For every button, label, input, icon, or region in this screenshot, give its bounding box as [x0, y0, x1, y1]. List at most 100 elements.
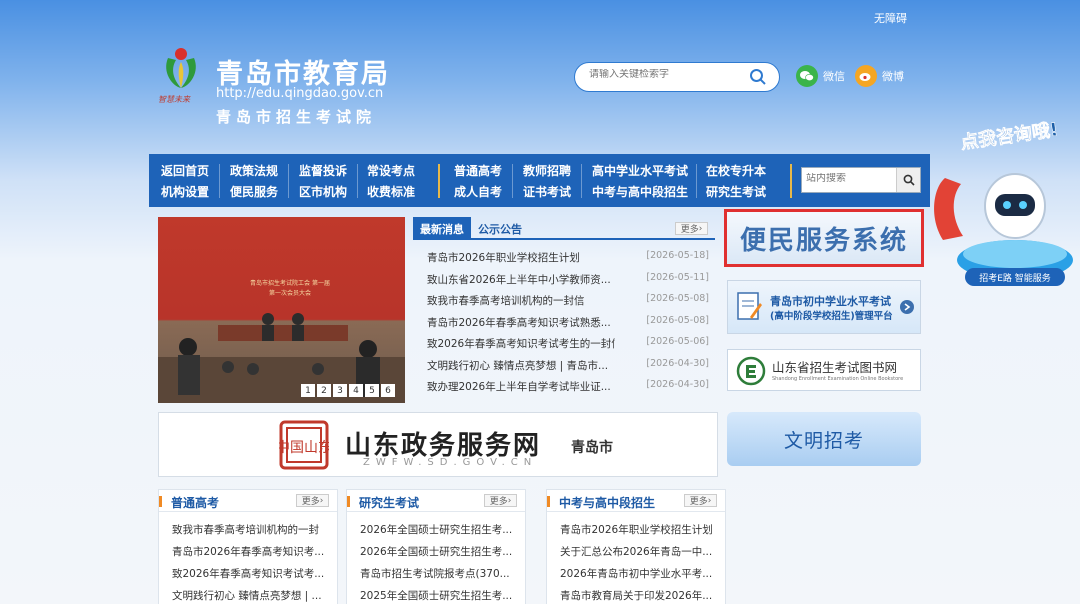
news-tabs: 最新消息 公示公告 更多 › — [413, 217, 715, 240]
list-item[interactable]: 青岛市2026年职业学校招生计划 — [560, 522, 720, 544]
nav-item-certificate[interactable]: 证书考试 — [523, 183, 571, 200]
search-icon[interactable] — [749, 68, 767, 86]
news-more-button[interactable]: 更多 › — [675, 222, 708, 235]
list-item[interactable]: 文明践行初心 臻情点亮梦想 | ... — [172, 588, 332, 604]
nav-item-teacher[interactable]: 教师招聘 — [523, 162, 571, 179]
list-item[interactable]: 青岛市教育局关于印发2026年... — [560, 588, 720, 604]
more-label: 更多 — [489, 497, 508, 507]
nav-divider — [696, 164, 697, 198]
library-link[interactable]: 山东省招生考试图书网 Shandong Enrollment Examinati… — [727, 349, 921, 391]
list-item[interactable]: 关于汇总公布2026年青岛一中... — [560, 544, 720, 566]
header-search[interactable] — [574, 62, 780, 92]
list-item[interactable]: 青岛市招生考试院报考点(370... — [360, 566, 520, 588]
chevron-right-icon — [900, 300, 914, 314]
weibo-link[interactable]: 微博 — [855, 65, 904, 87]
bianmin-service-banner[interactable]: 便民服务系统 — [724, 209, 924, 267]
main-nav: 返回首页 机构设置 政策法规 便民服务 监督投诉 区市机构 常设考点 收费标准 … — [149, 154, 930, 207]
weibo-label: 微博 — [882, 70, 904, 83]
site-search-input[interactable] — [806, 173, 896, 184]
list-item[interactable]: 青岛市2026年春季高考知识考... — [172, 544, 332, 566]
nav-divider — [357, 164, 358, 198]
list-item[interactable]: 青岛市2026年春季高考知识考试熟悉... [2026-05-08] — [427, 315, 709, 337]
column-title[interactable]: 普通高考 — [171, 494, 219, 511]
logo-motto: 智慧未来 — [158, 95, 190, 104]
column-more-button[interactable]: 更多 › — [484, 494, 517, 507]
library-title: 山东省招生考试图书网 — [772, 360, 898, 375]
nav-item-district[interactable]: 区市机构 — [299, 183, 347, 200]
column-gaokao: 普通高考 更多 › 致我市春季高考培训机构的一封 青岛市2026年春季高考知识考.… — [158, 489, 338, 604]
carousel-page-6[interactable]: 6 — [381, 384, 395, 397]
nav-divider — [581, 164, 582, 198]
news-list: 青岛市2026年职业学校招生计划 [2026-05-18] 致山东省2026年上半… — [427, 250, 709, 401]
bianmin-label: 便民服务系统 — [739, 225, 908, 256]
promo-badge-text: 招考E路 智能服务 — [979, 272, 1051, 284]
header-search-input[interactable] — [589, 69, 739, 80]
column-title[interactable]: 研究生考试 — [359, 494, 419, 511]
nav-divider — [219, 164, 220, 198]
list-item[interactable]: 致我市春季高考培训机构的一封 — [172, 522, 332, 544]
library-subtitle: Shandong Enrollment Examination Online B… — [772, 376, 904, 382]
list-item[interactable]: 2026年全国硕士研究生招生考... — [360, 544, 520, 566]
more-label: 更多 — [301, 497, 320, 507]
column-more-button[interactable]: 更多 › — [296, 494, 329, 507]
accessibility-link[interactable]: 无障碍 — [874, 10, 907, 26]
column-title[interactable]: 中考与高中段招生 — [559, 494, 655, 511]
list-item[interactable]: 2026年青岛市初中学业水平考... — [560, 566, 720, 588]
tab-notice[interactable]: 公示公告 — [471, 217, 529, 240]
site-search-button[interactable] — [896, 168, 920, 192]
list-item[interactable]: 文明践行初心 臻情点亮梦想 | 青岛市... [2026-04-30] — [427, 358, 709, 380]
weibo-icon — [855, 65, 877, 87]
list-item[interactable]: 青岛市2026年职业学校招生计划 [2026-05-18] — [427, 250, 709, 272]
nav-divider — [512, 164, 513, 198]
nav-item-graduate[interactable]: 研究生考试 — [706, 183, 766, 200]
nav-item-gaokao[interactable]: 普通高考 — [454, 162, 502, 179]
wenming-zhaokao-banner[interactable]: 文明招考 — [727, 412, 921, 466]
nav-item-complaint[interactable]: 监督投诉 — [299, 162, 347, 179]
list-item[interactable]: 2025年全国硕士研究生招生考... — [360, 588, 520, 604]
nav-item-zhongkao[interactable]: 中考与高中段招生 — [592, 183, 688, 200]
list-item[interactable]: 致2026年春季高考知识考试考... — [172, 566, 332, 588]
xueye-platform-link[interactable]: 青岛市初中学业水平考试 (高中阶段学校招生)管理平台 — [727, 280, 921, 334]
zwfw-seal-icon: 中国山东 — [279, 420, 329, 470]
nav-item-org[interactable]: 机构设置 — [161, 183, 209, 200]
zwfw-city: 青岛市 — [571, 440, 613, 456]
carousel-page-5[interactable]: 5 — [365, 384, 379, 397]
nav-item-xueye[interactable]: 高中学业水平考试 — [592, 162, 688, 179]
list-item[interactable]: 致山东省2026年上半年中小学教师资... [2026-05-11] — [427, 272, 709, 294]
zwfw-domain: ZWFW.SD.GOV.CN — [363, 457, 538, 468]
nav-item-exam-site[interactable]: 常设考点 — [367, 162, 415, 179]
list-item[interactable]: 致我市春季高考培训机构的一封信 [2026-05-08] — [427, 293, 709, 315]
list-item[interactable]: 致办理2026年上半年自学考试毕业证... [2026-04-30] — [427, 379, 709, 401]
carousel-page-1[interactable]: 1 — [301, 384, 315, 397]
tab-latest[interactable]: 最新消息 — [413, 217, 471, 240]
column-zhongkao: 中考与高中段招生 更多 › 青岛市2026年职业学校招生计划 关于汇总公布2026… — [546, 489, 726, 604]
wenming-label: 文明招考 — [783, 429, 864, 452]
carousel-page-2[interactable]: 2 — [317, 384, 331, 397]
more-label: 更多 — [680, 225, 699, 235]
carousel-page-4[interactable]: 4 — [349, 384, 363, 397]
nav-item-service[interactable]: 便民服务 — [230, 183, 278, 200]
news-carousel[interactable]: 青岛市招生考试院工会 第一届第一次会员大会 1 2 3 4 5 6 — [158, 217, 405, 403]
list-item[interactable]: 2026年全国硕士研究生招生考... — [360, 522, 520, 544]
site-search[interactable] — [801, 167, 921, 193]
wechat-link[interactable]: 微信 — [796, 65, 845, 87]
nav-item-home[interactable]: 返回首页 — [161, 162, 209, 179]
carousel-page-3[interactable]: 3 — [333, 384, 347, 397]
site-subtitle: 青岛市招生考试院 — [216, 108, 377, 126]
library-logo-icon — [736, 356, 766, 386]
wechat-label: 微信 — [823, 70, 845, 83]
column-more-button[interactable]: 更多 › — [684, 494, 717, 507]
column-graduate: 研究生考试 更多 › 2026年全国硕士研究生招生考... 2026年全国硕士研究… — [346, 489, 526, 604]
list-item[interactable]: 致2026年春季高考知识考试考生的一封信 [2026-05-06] — [427, 336, 709, 358]
zwfw-banner[interactable]: 中国山东 山东政务服务网 ZWFW.SD.GOV.CN 青岛市 — [158, 412, 718, 477]
more-label: 更多 — [689, 497, 708, 507]
nav-item-policy[interactable]: 政策法规 — [230, 162, 278, 179]
column-marker — [547, 496, 550, 507]
nav-item-fees[interactable]: 收费标准 — [367, 183, 415, 200]
nav-item-adult[interactable]: 成人自考 — [454, 183, 502, 200]
nav-item-zhuanshengben[interactable]: 在校专升本 — [706, 162, 766, 179]
document-icon — [737, 292, 762, 320]
column-marker — [347, 496, 350, 507]
xueye-title: 青岛市初中学业水平考试 — [770, 295, 891, 308]
robot-mascot-icon[interactable]: 招考E路 智能服务 — [925, 148, 1073, 298]
